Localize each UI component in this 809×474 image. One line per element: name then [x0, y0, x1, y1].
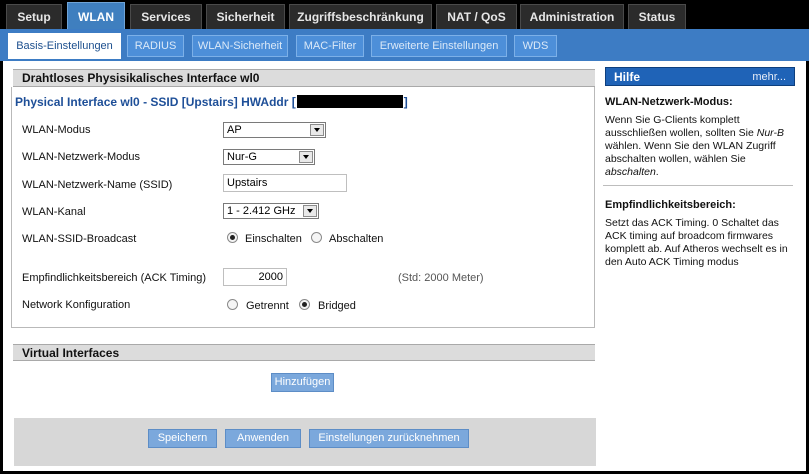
- help-text: Wenn Sie G-Clients komplett ausschließen…: [605, 114, 784, 178]
- help-divider: [603, 185, 793, 186]
- legend-suffix: ]: [403, 95, 408, 109]
- tab-zugriffsbeschraenkung[interactable]: Zugriffsbeschränkung: [289, 4, 432, 30]
- interface-legend: Physical Interface wl0 - SSID [Upstairs]…: [15, 95, 408, 109]
- chevron-down-icon: [310, 124, 324, 136]
- tab-setup[interactable]: Setup: [6, 4, 62, 30]
- tab-wlan[interactable]: WLAN: [67, 2, 125, 32]
- chevron-down-icon: [299, 151, 313, 163]
- subtab-wds[interactable]: WDS: [514, 35, 557, 57]
- tab-sicherheit[interactable]: Sicherheit: [206, 4, 285, 30]
- apply-button[interactable]: Anwenden: [225, 429, 301, 448]
- tab-services[interactable]: Services: [130, 4, 202, 30]
- ack-timing-hint: (Std: 2000 Meter): [398, 272, 484, 284]
- tab-administration[interactable]: Administration: [520, 4, 624, 30]
- network-config-label: Network Konfiguration: [22, 299, 131, 311]
- network-bridged-label[interactable]: Bridged: [318, 300, 356, 312]
- ack-timing-label: Empfindlichkeitsbereich (ACK Timing): [22, 272, 207, 284]
- tab-status[interactable]: Status: [628, 4, 686, 30]
- network-getrennt-label[interactable]: Getrennt: [246, 300, 289, 312]
- netzwerk-modus-select[interactable]: Nur-G: [223, 149, 315, 165]
- save-button[interactable]: Speichern: [148, 429, 217, 448]
- broadcast-on-label[interactable]: Einschalten: [245, 233, 302, 245]
- ack-timing-input[interactable]: 2000: [223, 268, 287, 286]
- wlan-modus-select[interactable]: AP: [223, 122, 326, 138]
- footer-bar: Speichern Anwenden Einstellungen zurückn…: [14, 418, 596, 466]
- kanal-select[interactable]: 1 - 2.412 GHz: [223, 203, 319, 219]
- reset-button[interactable]: Einstellungen zurücknehmen: [309, 429, 469, 448]
- wlan-modus-label: WLAN-Modus: [22, 124, 91, 136]
- help-section-empfindlichkeit: Empfindlichkeitsbereich: Setzt das ACK T…: [605, 199, 795, 269]
- network-getrennt-radio[interactable]: [227, 299, 238, 310]
- netzwerk-modus-value: Nur-G: [227, 151, 257, 163]
- subtab-wlan-sicherheit[interactable]: WLAN-Sicherheit: [192, 35, 288, 57]
- sub-navigation: Basis-Einstellungen RADIUS WLAN-Sicherhe…: [0, 29, 809, 61]
- network-bridged-radio[interactable]: [299, 299, 310, 310]
- kanal-label: WLAN-Kanal: [22, 206, 86, 218]
- help-text: Setzt das ACK Timing. 0 Schaltet das ACK…: [605, 217, 788, 268]
- virtual-interfaces-title: Virtual Interfaces: [13, 344, 595, 361]
- main-content: Drahtloses Physisikalisches Interface wl…: [3, 61, 603, 471]
- help-panel: Hilfe mehr... WLAN-Netzwerk-Modus: Wenn …: [603, 61, 806, 471]
- help-header: Hilfe mehr...: [605, 67, 795, 86]
- netzwerk-modus-label: WLAN-Netzwerk-Modus: [22, 151, 140, 163]
- help-title: Hilfe: [614, 70, 641, 84]
- legend-prefix: Physical Interface wl0 - SSID [Upstairs]…: [15, 95, 296, 109]
- subtab-erweiterte-einstellungen[interactable]: Erweiterte Einstellungen: [371, 35, 507, 57]
- help-heading: Empfindlichkeitsbereich:: [605, 199, 736, 211]
- subtab-mac-filter[interactable]: MAC-Filter: [296, 35, 364, 57]
- section-title: Drahtloses Physisikalisches Interface wl…: [13, 69, 595, 87]
- hwaddr-redacted: [296, 95, 403, 108]
- add-interface-button[interactable]: Hinzufügen: [271, 373, 334, 392]
- subtab-basis-einstellungen[interactable]: Basis-Einstellungen: [8, 33, 121, 59]
- kanal-value: 1 - 2.412 GHz: [227, 205, 296, 217]
- help-more-link[interactable]: mehr...: [752, 71, 786, 83]
- broadcast-off-radio[interactable]: [311, 232, 322, 243]
- broadcast-on-radio[interactable]: [227, 232, 238, 243]
- help-section-netzwerk-modus: WLAN-Netzwerk-Modus: Wenn Sie G-Clients …: [605, 96, 795, 179]
- broadcast-off-label[interactable]: Abschalten: [329, 233, 383, 245]
- ssid-input[interactable]: Upstairs: [223, 174, 347, 192]
- help-heading: WLAN-Netzwerk-Modus:: [605, 96, 733, 108]
- subtab-radius[interactable]: RADIUS: [127, 35, 184, 57]
- wlan-modus-value: AP: [227, 124, 242, 136]
- tab-nat-qos[interactable]: NAT / QoS: [436, 4, 517, 30]
- chevron-down-icon: [303, 205, 317, 217]
- ssid-broadcast-label: WLAN-SSID-Broadcast: [22, 233, 137, 245]
- ssid-label: WLAN-Netzwerk-Name (SSID): [22, 179, 173, 191]
